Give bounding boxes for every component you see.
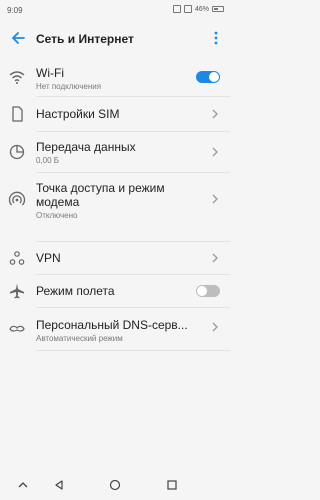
sim-label: Настройки SIM — [36, 107, 120, 121]
status-time: 9:09 — [7, 6, 23, 15]
app-bar: Сеть и Интернет — [0, 20, 230, 58]
toggle-knob — [209, 72, 219, 82]
data-usage-label: Передача данных — [36, 140, 136, 154]
hotspot-texts: Точка доступа и режим модема Отключено — [36, 181, 200, 220]
status-bar: 9:09 46% — [0, 0, 230, 20]
page-title: Сеть и Интернет — [36, 32, 134, 46]
airplane-label: Режим полета — [36, 284, 115, 298]
airplane-icon — [10, 283, 24, 299]
divider — [36, 350, 230, 351]
chevron-right-icon — [212, 109, 218, 119]
vpn-label: VPN — [36, 251, 61, 265]
chevron-right-icon — [212, 194, 218, 204]
data-usage-texts: Передача данных 0,00 Б — [36, 140, 200, 165]
settings-item-sim[interactable]: Настройки SIM — [0, 97, 230, 131]
airplane-texts: Режим полета — [36, 284, 200, 298]
vpn-icon — [9, 251, 25, 265]
wifi-toggle[interactable] — [196, 71, 220, 83]
expand-icon[interactable] — [17, 479, 29, 491]
home-nav-icon[interactable] — [109, 479, 121, 491]
system-nav-bar — [0, 470, 230, 500]
data-usage-icon — [9, 144, 25, 160]
status-icons: 46% — [172, 5, 224, 13]
private-dns-status: Автоматический режим — [36, 334, 123, 343]
private-dns-label: Персональный DNS-серв... — [36, 318, 188, 332]
battery-percent: 46% — [194, 5, 209, 13]
back-nav-icon[interactable] — [53, 479, 65, 491]
hotspot-label: Точка доступа и режим модема — [36, 181, 165, 209]
battery-icon — [212, 6, 224, 12]
data-usage-value: 0,00 Б — [36, 156, 60, 165]
sim-card-icon — [12, 106, 23, 122]
airplane-mode-toggle[interactable] — [196, 285, 220, 297]
wifi-label: Wi-Fi — [36, 66, 64, 80]
sim-texts: Настройки SIM — [36, 107, 200, 121]
toggle-knob — [197, 286, 207, 296]
recents-nav-icon[interactable] — [166, 479, 178, 491]
settings-item-wifi[interactable]: Wi-Fi Нет подключения — [0, 58, 230, 96]
settings-item-data-usage[interactable]: Передача данных 0,00 Б — [0, 132, 230, 172]
wifi-status: Нет подключения — [36, 82, 102, 91]
no-sim-icon — [183, 5, 192, 13]
chevron-right-icon — [212, 322, 218, 332]
settings-item-vpn[interactable]: VPN — [0, 242, 230, 274]
chevron-right-icon — [212, 253, 218, 263]
settings-item-airplane-mode[interactable]: Режим полета — [0, 275, 230, 307]
settings-item-private-dns[interactable]: Персональный DNS-серв... Автоматический … — [0, 308, 230, 350]
back-arrow-icon[interactable] — [8, 28, 28, 48]
vibrate-icon — [172, 5, 181, 13]
settings-item-hotspot[interactable]: Точка доступа и режим модема Отключено — [0, 173, 230, 225]
private-dns-icon — [9, 325, 25, 332]
chevron-right-icon — [212, 147, 218, 157]
hotspot-icon — [8, 191, 26, 206]
wifi-texts: Wi-Fi Нет подключения — [36, 66, 200, 91]
private-dns-texts: Персональный DNS-серв... Автоматический … — [36, 318, 200, 343]
vpn-texts: VPN — [36, 251, 200, 265]
more-options-icon[interactable] — [210, 28, 222, 48]
hotspot-status: Отключено — [36, 211, 78, 220]
wifi-icon — [9, 71, 25, 84]
